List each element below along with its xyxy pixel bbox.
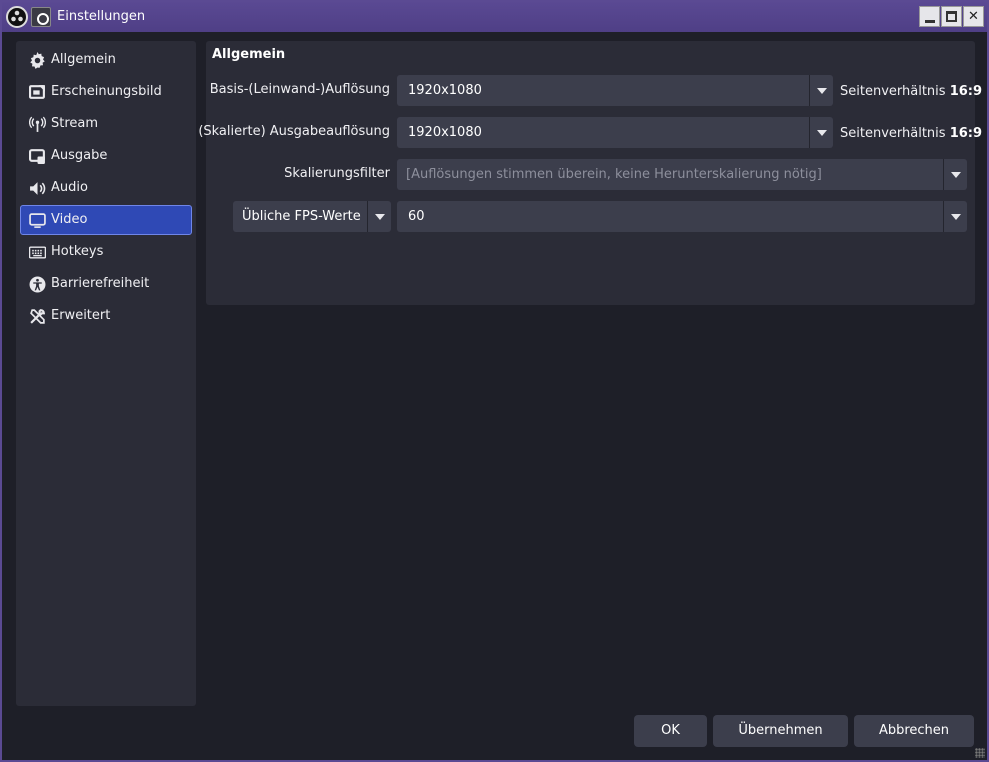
sidebar-item-erweitert[interactable]: Erweitert — [20, 301, 192, 331]
sidebar-item-stream[interactable]: Stream — [20, 109, 192, 139]
base-resolution-label: Basis-(Leinwand-)Auflösung — [209, 82, 390, 97]
sidebar-item-label: Erscheinungsbild — [51, 84, 162, 99]
output-resolution-value: 1920x1080 — [408, 125, 482, 140]
tools-icon — [30, 309, 45, 324]
sidebar-item-hotkeys[interactable]: Hotkeys — [20, 237, 192, 267]
settings-window: Einstellungen ✕ Allgemein Erscheinungsbi… — [0, 0, 989, 762]
base-resolution-combo[interactable]: 1920x1080 — [397, 75, 833, 106]
aspect-label: Seitenverhältnis — [840, 126, 946, 141]
output-aspect-ratio: Seitenverhältnis 16:9 — [840, 126, 982, 141]
group-title: Allgemein — [212, 47, 286, 62]
chevron-down-icon[interactable] — [809, 75, 833, 106]
fps-type-combo[interactable]: Übliche FPS-Werte — [233, 201, 391, 232]
chevron-down-icon[interactable] — [367, 201, 391, 232]
sidebar-item-label: Video — [51, 212, 88, 227]
aspect-value: 16:9 — [949, 126, 983, 141]
aspect-label: Seitenverhältnis — [840, 84, 946, 99]
speaker-icon — [30, 182, 46, 195]
sidebar-item-label: Ausgabe — [51, 148, 108, 163]
close-icon: ✕ — [968, 9, 979, 24]
close-button[interactable]: ✕ — [963, 6, 984, 27]
keyboard-icon — [29, 246, 46, 259]
sidebar-item-label: Allgemein — [51, 52, 116, 67]
fps-value: 60 — [408, 209, 425, 224]
window-title: Einstellungen — [57, 9, 146, 24]
minimize-icon — [924, 20, 935, 23]
accessibility-icon — [29, 276, 46, 293]
sidebar-item-label: Barrierefreiheit — [51, 276, 150, 291]
scale-filter-label: Skalierungsfilter — [284, 166, 390, 181]
fps-type-value: Übliche FPS-Werte — [242, 209, 361, 224]
appearance-icon — [29, 85, 45, 99]
output-resolution-combo[interactable]: 1920x1080 — [397, 117, 833, 148]
ok-button[interactable]: OK — [634, 715, 707, 747]
settings-sidebar: Allgemein Erscheinungsbild Stream Ausgab… — [16, 41, 196, 706]
obs-logo-icon — [6, 6, 28, 28]
minimize-button[interactable] — [919, 6, 940, 27]
aspect-value: 16:9 — [949, 84, 983, 99]
sidebar-item-erscheinungsbild[interactable]: Erscheinungsbild — [20, 77, 192, 107]
apply-button[interactable]: Übernehmen — [713, 715, 848, 747]
sidebar-item-label: Hotkeys — [51, 244, 104, 259]
title-bar[interactable]: Einstellungen ✕ — [2, 2, 987, 32]
resize-grip-icon[interactable] — [975, 748, 985, 758]
gear-icon — [30, 52, 45, 69]
sidebar-item-label: Audio — [51, 180, 88, 195]
monitor-icon — [29, 213, 46, 228]
sidebar-item-label: Erweitert — [51, 308, 111, 323]
sidebar-item-audio[interactable]: Audio — [20, 173, 192, 203]
chevron-down-icon[interactable] — [809, 117, 833, 148]
output-resolution-label: (Skalierte) Ausgabeauflösung — [198, 124, 390, 139]
broadcast-icon — [29, 116, 46, 132]
output-icon — [29, 149, 45, 164]
app-icon — [31, 7, 51, 27]
chevron-down-icon[interactable] — [943, 201, 967, 232]
fps-value-combo[interactable]: 60 — [397, 201, 967, 232]
video-general-group: Allgemein Basis-(Leinwand-)Auflösung 192… — [198, 41, 982, 305]
scale-filter-combo[interactable]: [Auflösungen stimmen überein, keine Heru… — [397, 159, 967, 190]
sidebar-item-ausgabe[interactable]: Ausgabe — [20, 141, 192, 171]
maximize-button[interactable] — [941, 6, 962, 27]
maximize-icon — [946, 11, 957, 22]
base-resolution-value: 1920x1080 — [408, 83, 482, 98]
sidebar-item-allgemein[interactable]: Allgemein — [20, 45, 192, 75]
sidebar-item-label: Stream — [51, 116, 99, 131]
scale-filter-value: [Auflösungen stimmen überein, keine Heru… — [406, 167, 822, 182]
base-aspect-ratio: Seitenverhältnis 16:9 — [840, 84, 982, 99]
sidebar-item-barrierefreiheit[interactable]: Barrierefreiheit — [20, 269, 192, 299]
chevron-down-icon[interactable] — [943, 159, 967, 190]
sidebar-item-video[interactable]: Video — [20, 205, 192, 235]
cancel-button[interactable]: Abbrechen — [854, 715, 974, 747]
